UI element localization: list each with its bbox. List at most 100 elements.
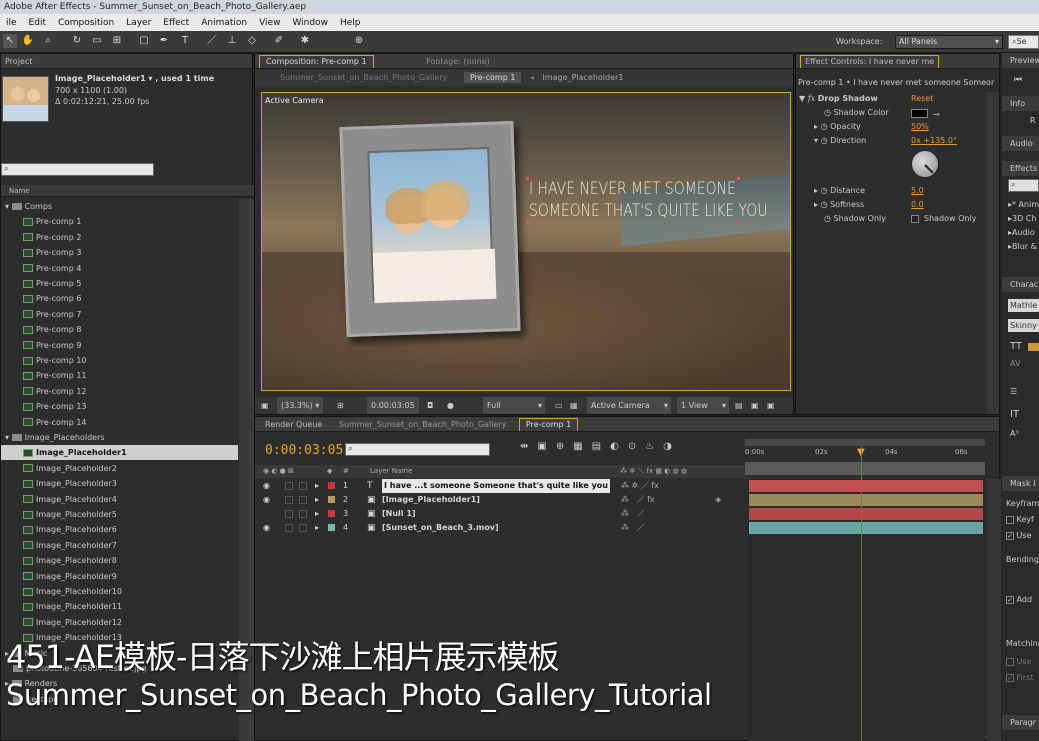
stopwatch-icon[interactable]: ◷ [824,214,831,223]
project-folder[interactable]: ▾ Image_Placeholders [1,430,238,445]
add-checkbox[interactable]: ✓ Add [1006,595,1032,604]
zoom-bar[interactable] [745,462,985,475]
font-size-value[interactable] [1028,343,1039,351]
layer-duration-bar[interactable] [749,508,983,520]
work-area-bar[interactable] [745,439,985,446]
layer-name[interactable]: [Sunset_on_Beach_3.mov] [382,521,499,535]
breadcrumb-layer[interactable]: Image_Placeholder1 [543,73,624,82]
project-tab[interactable]: Project [1,54,252,69]
menu-item[interactable]: Composition [52,18,120,28]
paragraph-tab[interactable]: Paragr [1002,715,1039,730]
type-tool-icon[interactable]: T [178,34,192,48]
viewer-timecode[interactable]: 0:00:03:05 [367,397,419,414]
label-color-swatch[interactable] [328,510,335,517]
eye-icon[interactable]: ◉ [263,521,270,535]
menu-item[interactable]: Help [334,18,367,28]
project-comp-item[interactable]: Image_Placeholder5 [1,507,238,522]
twirl-icon[interactable]: ▸ [814,122,818,131]
stopwatch-icon[interactable]: ◷ [821,136,828,145]
precomp-tab[interactable]: Pre-comp 1 [518,418,579,431]
help-search-input[interactable]: ⌕Se [1008,35,1039,49]
hand-tool-icon[interactable]: ✋ [21,34,35,48]
twirl-icon[interactable]: ▸ [814,186,818,195]
project-comp-item[interactable]: Pre-comp 10 [1,353,238,368]
mask-tab[interactable]: Mask I [1002,476,1039,491]
softness-value[interactable]: 0.0 [911,198,924,212]
project-comp-item[interactable]: Pre-comp 9 [1,338,238,353]
project-comp-item[interactable]: Image_Placeholder12 [1,615,238,630]
eye-icon[interactable]: ◉ [263,493,270,507]
project-comp-item[interactable]: Pre-comp 11 [1,368,238,383]
project-comp-item[interactable]: Pre-comp 8 [1,322,238,337]
layer-name-column[interactable]: Layer Name [370,465,412,478]
menu-item[interactable]: Effect [157,18,195,28]
project-comp-item[interactable]: Pre-comp 12 [1,384,238,399]
solo-toggle[interactable] [285,510,293,518]
project-comp-item[interactable]: Pre-comp 6 [1,291,238,306]
project-comp-item[interactable]: Pre-comp 4 [1,261,238,276]
effects-search-input[interactable]: ⌕ [1008,179,1039,192]
timeline-timecode[interactable]: 0:00:03:05 [265,443,343,458]
preview-tab[interactable]: Preview [1002,53,1039,68]
twirl-open-icon[interactable]: ▾ [5,202,9,211]
project-search-input[interactable]: ⌕ [1,163,154,176]
twirl-icon[interactable]: ▸ [315,479,319,493]
layer-handle[interactable] [737,177,740,180]
opacity-value[interactable]: 50% [911,120,929,134]
twirl-open-icon[interactable]: ▼ [799,94,805,103]
menu-item[interactable]: Edit [23,18,52,28]
menu-item[interactable]: Animation [195,18,253,28]
project-comp-item[interactable]: Image_Placeholder2 [1,461,238,476]
label-color-swatch[interactable] [328,482,335,489]
shadow-color-swatch[interactable] [911,109,928,118]
pan-behind-tool-icon[interactable]: ⊞ [110,34,124,48]
layer-name[interactable]: I have ...t someone Someone that's quite… [382,479,610,493]
shadow-only-checkbox[interactable] [911,215,919,223]
layer-handle[interactable] [526,221,529,224]
effects-category[interactable]: ▸Audio [1008,226,1039,240]
project-comp-item[interactable]: Image_Placeholder6 [1,522,238,537]
font-family-select[interactable]: Mathle [1008,299,1039,312]
project-comp-item[interactable]: Pre-comp 1 [1,214,238,229]
keyf-checkbox[interactable]: Keyf [1006,515,1034,524]
resolution-select[interactable]: Full ▾ [483,397,545,414]
info-tab[interactable]: Info [1002,96,1039,111]
effect-scrollbar[interactable] [986,92,999,414]
layer-name[interactable]: [Image_Placeholder1] [382,493,480,507]
composition-viewer[interactable]: I HAVE NEVER MET SOMEONE SOMEONE THAT'S … [261,92,791,391]
rectangle-tool-icon[interactable]: ▢ [137,34,151,48]
layer-switches[interactable]: ⁂ ／ [621,521,645,535]
use-checkbox[interactable]: ✓ Use [1006,531,1032,540]
clone-stamp-tool-icon[interactable]: ⊥ [225,34,239,48]
footage-tab[interactable]: Footage: (none) [426,57,490,66]
transparency-grid-icon[interactable]: ▦ [570,397,578,414]
layer-switches[interactable]: ⁂ ／ [621,507,645,521]
timeline-switch-buttons[interactable]: ⇹▣⊕▦▤◐⊙♨◑ [520,441,681,452]
twirl-icon[interactable]: ▸ [814,200,818,209]
twirl-icon[interactable]: ▸ [315,493,319,507]
layer-duration-bar[interactable] [749,494,983,506]
stopwatch-icon[interactable]: ◷ [824,108,831,117]
composition-tab[interactable]: Composition: Pre-comp 1 [259,55,374,68]
reset-link[interactable]: Reset [911,92,933,106]
toggle-pixel-icon[interactable]: ▤ [735,397,743,414]
timeline-scrollbar[interactable] [987,479,1001,741]
viewer-options-icon[interactable]: ▣ [261,397,269,414]
roi-icon[interactable]: ▭ [555,397,563,414]
layer-name[interactable]: [Null 1] [382,507,416,521]
fx-icon[interactable]: fx [808,94,815,103]
direction-dial[interactable] [911,150,939,178]
pen-tool-icon[interactable]: ✒ [157,34,171,48]
label-color-swatch[interactable] [328,496,335,503]
twirl-icon[interactable]: ▸ [315,507,319,521]
breadcrumb-precomp[interactable]: Pre-comp 1 [464,72,522,83]
effect-controls-tab[interactable]: Effect Controls: I have never me [800,55,940,68]
solo-toggle[interactable] [285,496,293,504]
layer-handle[interactable] [737,221,740,224]
effects-category[interactable]: ▸Blur & [1008,240,1039,254]
distance-value[interactable]: 5.0 [911,184,924,198]
view-layout-select[interactable]: 1 View ▾ [677,397,729,414]
axis-mode-icon[interactable]: ⊕ [352,34,366,48]
layer-switches[interactable]: ⁂ ✲ ／ fx [621,479,659,493]
eraser-tool-icon[interactable]: ◇ [245,34,259,48]
